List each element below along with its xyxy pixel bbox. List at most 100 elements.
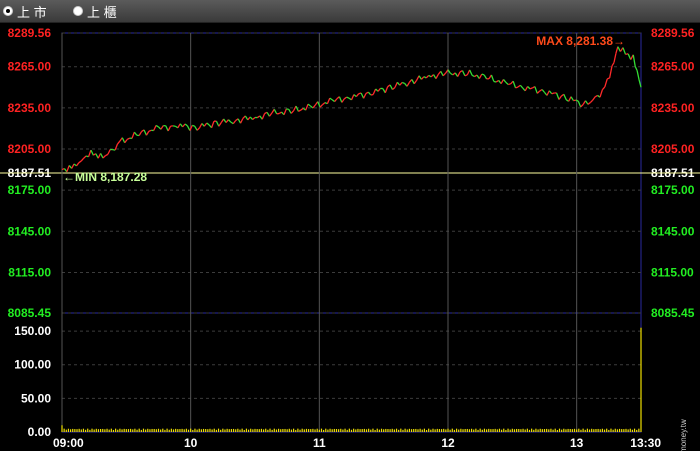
volume-bar (415, 428, 417, 432)
volume-tick-label: 150.00 (14, 324, 51, 338)
price-segment (252, 117, 256, 121)
volume-bar (80, 429, 82, 432)
volume-bar (633, 428, 636, 432)
price-segment (413, 79, 418, 85)
price-segment (124, 139, 128, 144)
volume-bar (374, 429, 376, 432)
price-segment (249, 116, 254, 120)
price-segment (227, 119, 232, 123)
price-segment (83, 155, 87, 159)
price-segment (329, 97, 333, 101)
volume-bar (267, 429, 269, 432)
price-tick-left: 8145.00 (8, 224, 52, 238)
price-segment (555, 92, 560, 100)
price-segment (478, 73, 483, 79)
price-segment (435, 74, 439, 79)
volume-bar (74, 429, 76, 432)
volume-bar (224, 429, 226, 432)
volume-bar (97, 429, 100, 432)
price-segment (632, 54, 636, 67)
volume-bar (509, 429, 511, 432)
volume-bar (563, 428, 565, 432)
volume-bar (213, 428, 215, 432)
price-segment (107, 149, 111, 155)
volume-bar (451, 428, 453, 432)
volume-bar (368, 428, 370, 432)
volume-bar (293, 428, 295, 432)
volume-bar (155, 429, 157, 432)
volume-bar (202, 428, 205, 432)
price-segment (167, 125, 172, 132)
volume-bar (612, 429, 614, 432)
x-tick-label: 10 (184, 436, 198, 450)
x-tick-label: 13 (570, 436, 584, 450)
price-segment (420, 76, 425, 80)
price-segment (461, 70, 466, 77)
price-segment (278, 111, 282, 115)
price-segment (105, 153, 109, 157)
volume-bar (108, 429, 110, 432)
price-segment (343, 96, 348, 100)
volume-bar (588, 429, 591, 432)
volume-bar (72, 428, 74, 432)
volume-bar (297, 428, 299, 432)
price-segment (546, 90, 550, 96)
volume-bar (389, 429, 391, 432)
volume-bar (404, 428, 406, 432)
price-segment (568, 96, 572, 102)
price-segment (100, 153, 104, 159)
volume-bar (567, 428, 569, 432)
price-segment (138, 131, 143, 136)
price-tick-right: 8145.00 (651, 224, 695, 238)
volume-bar (93, 429, 95, 432)
price-segment (102, 155, 106, 159)
price-segment (589, 99, 594, 104)
price-segment (384, 86, 389, 93)
volume-bar (181, 428, 183, 432)
volume-bar (550, 428, 552, 432)
volume-bar (335, 428, 338, 432)
volume-bar (65, 429, 67, 432)
price-segment (148, 129, 152, 132)
price-segment (365, 91, 369, 95)
price-segment (177, 123, 181, 129)
volume-bar (119, 428, 121, 432)
volume-bar (243, 429, 245, 432)
volume-bar (277, 428, 280, 432)
volume-bar (395, 428, 398, 432)
volume-bar (61, 425, 63, 432)
volume-bar (104, 429, 106, 432)
volume-bar (546, 428, 548, 432)
volume-bar (458, 429, 460, 432)
volume-bar (95, 428, 97, 432)
volume-bar (76, 429, 78, 432)
price-segment (527, 86, 531, 90)
price-segment (153, 125, 157, 131)
price-segment (133, 131, 138, 136)
volume-bar (483, 428, 486, 432)
volume-bar (402, 429, 404, 432)
volume-bar (69, 429, 72, 432)
volume-bar (372, 428, 374, 432)
volume-bar (410, 429, 413, 432)
volume-bar (127, 429, 130, 432)
volume-bar (421, 429, 423, 432)
price-segment (622, 47, 627, 55)
price-segment (592, 96, 596, 101)
volume-series (61, 327, 642, 432)
volume-bar (359, 429, 361, 432)
volume-bar (490, 429, 492, 432)
price-segment (355, 93, 360, 98)
volume-bar (157, 428, 160, 432)
volume-bar (601, 428, 603, 432)
volume-bar (376, 428, 378, 432)
volume-bar (327, 429, 329, 432)
price-tick-left: 8235.00 (8, 101, 52, 115)
price-segment (206, 122, 210, 126)
volume-bar (151, 428, 153, 432)
volume-bar (618, 428, 621, 432)
price-segment (613, 53, 617, 63)
price-segment (580, 104, 584, 108)
volume-bar (573, 428, 576, 432)
price-segment (131, 131, 135, 139)
